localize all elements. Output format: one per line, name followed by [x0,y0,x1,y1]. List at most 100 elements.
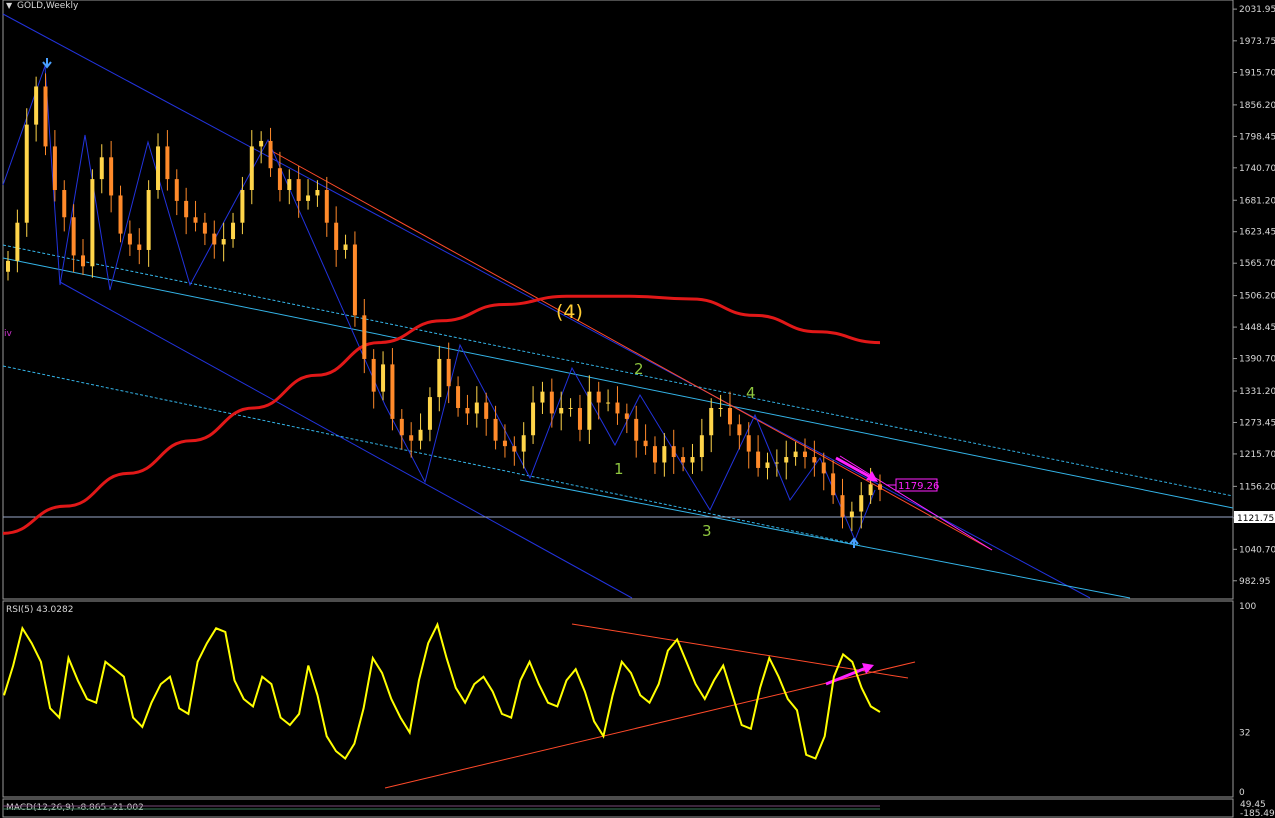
candle-body [315,190,320,196]
price-axis-tick-label: 1623.45 [1239,228,1275,238]
price-axis-tick-label: 1331.20 [1239,387,1275,397]
resistance-price-label: 1179.26 [898,481,939,492]
candle-body [727,407,732,425]
dotted-channel-upper-line [2,244,1234,497]
down-arrow-icon [42,58,52,69]
candle-body [221,239,226,245]
candle-body [343,244,348,250]
candle-body [690,457,695,463]
candle-body [549,391,554,414]
candle-body [296,179,301,201]
wave-label-1: 1 [614,460,624,478]
main-pane-frame [2,0,1234,600]
candle-body [521,435,526,452]
candle-body [878,484,882,490]
candle-body [718,407,723,409]
candle-body [502,440,507,447]
candle-body [137,244,142,250]
zigzag-line [2,65,876,542]
candle-body [268,140,273,169]
wave-label-4: 4 [746,384,756,402]
candle-body [624,413,629,419]
candle-body [277,168,282,191]
candle-body [43,86,48,147]
chart-title: GOLD,Weekly [17,1,79,11]
candle-body [821,462,826,474]
price-axis-tick-label: 1506.20 [1239,292,1275,302]
candle-body [174,179,179,201]
candle-body [212,233,217,245]
candle-body [559,407,564,414]
candle-body [568,407,573,409]
candle-body [474,402,479,414]
third-pane-title: MACD(12,26,9) -8.865 -21.002 [6,803,144,813]
candle-body [6,260,10,272]
candle-body [577,407,582,430]
rsi-axis: 100 32 0 [1239,602,1256,798]
outer-channel-lower-line [59,281,633,599]
candle-body [446,358,451,387]
candle-body [709,407,714,436]
candle-body [756,451,761,468]
candle-body [24,124,29,223]
third-pane-frame [2,798,1234,818]
price-axis: 2031.95 1973.75 1915.70 1856.20 1798.45 1740.… [1233,5,1275,587]
candle-body [784,457,789,463]
candle-body [109,157,114,196]
price-axis-tick-label: 1798.45 [1239,132,1275,142]
candle-body [52,146,57,191]
outer-channel-upper-line [2,13,1091,599]
rsi-axis-tick-label: 32 [1239,728,1250,738]
candle-body [512,446,517,452]
price-axis-tick-label: 1915.70 [1239,68,1275,78]
candle-body [606,402,611,404]
candle-body [99,157,104,180]
wave-label-2: 2 [634,360,644,378]
candle-body [840,495,845,517]
candle-body [662,446,667,463]
candle-body [409,435,414,441]
price-axis-tick-label: 1390.70 [1239,355,1275,365]
candle-body [371,358,376,392]
price-axis-tick-label: 1565.70 [1239,259,1275,269]
candle-body [127,233,132,245]
left-wave-marker: iv [4,329,13,339]
candle-body [118,195,123,234]
candle-body [362,315,367,359]
rsi-pane-frame [2,600,1234,798]
candle-body [165,146,170,180]
price-axis-tick-label: 1273.45 [1239,418,1275,428]
rsi-line [3,621,881,760]
candle-body [249,146,254,191]
candle-body [259,140,264,147]
candle-body [746,435,751,452]
candle-body [418,429,423,441]
candle-body [634,418,639,441]
candle-body [737,424,742,436]
price-axis-tick-label: 1156.20 [1239,482,1275,492]
candle-body [774,462,779,464]
candle-body [287,179,292,191]
candle-body [90,179,95,267]
price-axis-tick-label: 1040.70 [1239,545,1275,555]
wave-label-3: 3 [702,522,712,540]
candle-body [71,217,76,256]
candle-body [484,402,489,419]
candle-body [596,391,601,403]
third-axis-tick-bottom: -185.49 [1240,809,1275,818]
candle-body [381,364,386,392]
price-axis-tick-label: 1740.70 [1239,164,1275,174]
candle-body [456,386,461,408]
chart-dropdown-icon[interactable]: ▼ [6,1,13,10]
candle-body [240,190,245,223]
wave-label-4-big: (4) [556,301,583,323]
candle-body [699,435,704,458]
candle-body [156,146,161,191]
candle-body [587,391,592,430]
price-axis-tick-label: 982.95 [1239,577,1271,587]
candle-body [643,440,648,447]
candle-body [465,407,470,414]
chart-canvas: 2031.95 1973.75 1915.70 1856.20 1798.45 1740.… [2,0,1275,818]
rsi-axis-tick-label: 100 [1239,602,1256,612]
rsi-title: RSI(5) 43.0282 [6,605,73,615]
